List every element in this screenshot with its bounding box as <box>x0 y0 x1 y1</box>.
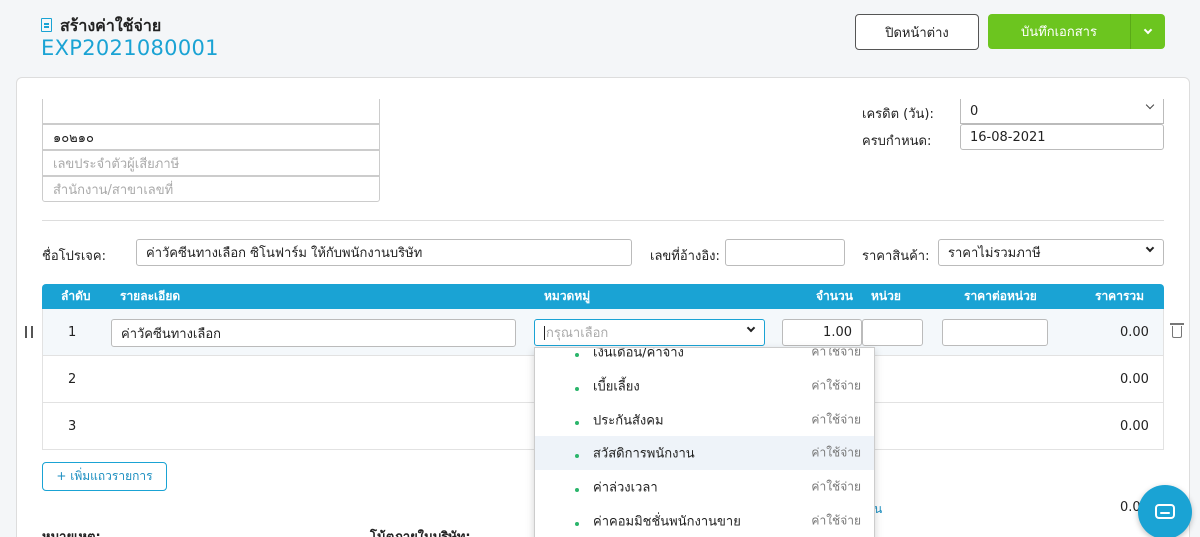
credit-days-value: 0 <box>970 103 979 119</box>
bullet-icon <box>575 387 579 391</box>
bullet-icon <box>575 454 579 458</box>
row-number: 1 <box>68 325 77 340</box>
bullet-icon <box>575 488 579 492</box>
dropdown-option[interactable]: เบี้ยเลี้ยง ค่าใช้จ่าย <box>535 369 874 403</box>
chevron-down-icon <box>746 323 756 332</box>
item-detail-input[interactable]: ค่าวัคซีนทางเลือก <box>111 319 516 347</box>
item-detail-value: ค่าวัคซีนทางเลือก <box>121 326 222 342</box>
unit-input[interactable] <box>862 319 923 346</box>
postcode-field[interactable]: ๑๐๒๑๐ <box>42 124 380 150</box>
drag-sort-icon[interactable] <box>23 325 35 339</box>
save-document-button[interactable]: บันทึกเอกสาร <box>988 14 1130 49</box>
trash-icon[interactable] <box>1170 323 1184 338</box>
bullet-icon <box>575 421 579 425</box>
chevron-down-icon <box>1145 100 1155 110</box>
add-row-button[interactable]: + เพิ่มแถวรายการ <box>42 462 167 491</box>
due-date-label: ครบกำหนด: <box>862 134 932 149</box>
chat-icon <box>1155 504 1175 519</box>
col-no: ลำดับ <box>61 289 91 303</box>
col-unit: หน่วย <box>871 289 901 303</box>
quantity-value: 1.00 <box>823 325 852 340</box>
due-date-field[interactable]: 16-08-2021 <box>960 124 1164 150</box>
due-date-value: 16-08-2021 <box>970 129 1046 145</box>
price-type-select[interactable]: ราคาไม่รวมภาษี <box>938 239 1164 266</box>
document-icon <box>41 18 52 32</box>
bullet-icon <box>575 522 579 526</box>
col-unit-price: ราคาต่อหน่วย <box>964 289 1037 303</box>
dropdown-option-highlighted[interactable]: สวัสดิการพนักงาน ค่าใช้จ่าย <box>535 436 874 470</box>
row-number: 2 <box>68 372 77 387</box>
dropdown-option[interactable]: เงินเดือน/ค่าจ้าง ค่าใช้จ่าย <box>535 348 874 369</box>
chat-widget-button[interactable] <box>1138 485 1192 537</box>
chevron-down-icon <box>1143 25 1153 35</box>
col-total: ราคารวม <box>1095 289 1145 303</box>
items-table-header: ลำดับ รายละเอียด หมวดหมู่ จำนวน หน่วย รา… <box>42 284 1164 309</box>
dropdown-option[interactable]: ประกันสังคม ค่าใช้จ่าย <box>535 403 874 437</box>
row-total: 0.00 <box>1120 419 1149 434</box>
save-options-dropdown-button[interactable] <box>1130 14 1165 49</box>
reference-no-input[interactable] <box>725 239 845 266</box>
dropdown-option[interactable]: ค่าคอมมิชชั่นพนักงานขาย ค่าใช้จ่าย <box>535 504 874 537</box>
postcode-value: ๑๐๒๑๐ <box>53 130 94 146</box>
row-number: 3 <box>68 419 77 434</box>
col-detail: รายละเอียด <box>120 289 181 303</box>
quantity-input[interactable]: 1.00 <box>782 319 862 346</box>
reference-no-label: เลขที่อ้างอิง: <box>650 249 720 264</box>
document-number: EXP2021080001 <box>41 36 219 60</box>
price-type-value: ราคาไม่รวมภาษี <box>948 246 1041 261</box>
bullet-icon <box>575 353 579 357</box>
project-name-input[interactable]: ค่าวัคซีนทางเลือก ซิโนฟาร์ม ให้กับพนักงา… <box>136 239 632 266</box>
unit-price-input[interactable] <box>942 319 1048 346</box>
tax-id-placeholder: เลขประจำตัวผู้เสียภาษี <box>53 156 180 172</box>
branch-field[interactable]: สำนักงาน/สาขาเลขที่ <box>42 176 380 202</box>
credit-days-select[interactable]: 0 <box>960 99 1164 124</box>
internal-note-label: โน้ตภายในบริษัท: <box>370 526 471 537</box>
price-type-label: ราคาสินค้า: <box>862 249 930 264</box>
row-total: 0.00 <box>1120 325 1149 340</box>
branch-placeholder: สำนักงาน/สาขาเลขที่ <box>53 182 174 198</box>
close-window-button[interactable]: ปิดหน้าต่าง <box>855 14 979 50</box>
project-name-label: ชื่อโปรเจค: <box>42 249 106 264</box>
dropdown-option[interactable]: ค่าล่วงเวลา ค่าใช้จ่าย <box>535 470 874 504</box>
tax-id-field[interactable]: เลขประจำตัวผู้เสียภาษี <box>42 150 380 176</box>
chevron-down-icon <box>1145 243 1155 252</box>
project-name-value: ค่าวัคซีนทางเลือก ซิโนฟาร์ม ให้กับพนักงา… <box>146 246 423 261</box>
text-cursor <box>544 325 545 340</box>
category-dropdown-list: เงินเดือน/ค่าจ้าง ค่าใช้จ่าย เบี้ยเลี้ยง… <box>534 347 875 537</box>
note-label: หมายเหตุ: <box>42 526 101 537</box>
category-select[interactable]: กรุณาเลือก <box>534 319 765 346</box>
summary-link-fragment[interactable]: ิน <box>874 500 882 519</box>
col-category: หมวดหมู่ <box>544 289 591 303</box>
divider <box>42 220 1164 221</box>
address-line-field[interactable] <box>42 99 380 124</box>
row-total: 0.00 <box>1120 372 1149 387</box>
credit-days-label: เครดิต (วัน): <box>862 107 934 122</box>
category-placeholder: กรุณาเลือก <box>546 326 609 341</box>
col-qty: จำนวน <box>816 289 853 303</box>
